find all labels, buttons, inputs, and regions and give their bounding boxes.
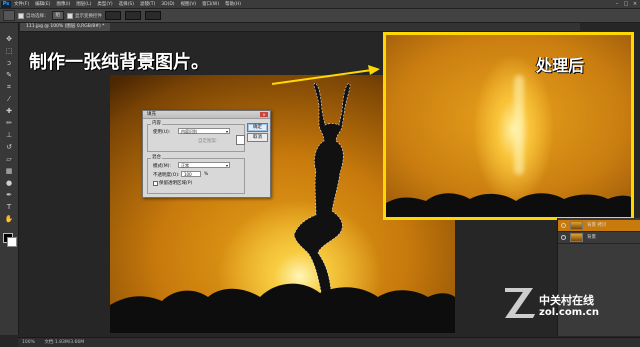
menu-edit[interactable]: 编辑(E) xyxy=(35,1,50,7)
chevron-down-icon: ▾ xyxy=(225,163,228,168)
custom-pattern-swatch[interactable] xyxy=(236,135,245,145)
move-tool-icon[interactable]: ✥ xyxy=(3,35,15,44)
window-controls: – □ × xyxy=(614,0,638,8)
align-buttons-group[interactable] xyxy=(105,11,121,20)
menu-view[interactable]: 视图(V) xyxy=(181,1,197,7)
3d-mode-buttons-group[interactable] xyxy=(145,11,161,20)
history-brush-tool-icon[interactable]: ↺ xyxy=(3,143,15,152)
chevron-down-icon: ▾ xyxy=(225,129,228,134)
dialog-close-icon[interactable]: × xyxy=(260,112,268,117)
layer-row[interactable]: 背景 xyxy=(558,232,640,244)
pen-tool-icon[interactable]: ✒ xyxy=(3,191,15,200)
options-bar: 自动选择： 组 显示变换控件 xyxy=(0,9,640,23)
tools-panel: ✥ ⬚ ↄ ✎ ⌗ ⁄ ✚ ✏ ⊥ ↺ ▱ ▦ ● ✒ T ✋ xyxy=(0,23,19,335)
document-tab-bar: 111.jpg @ 100% (图层 0,RGB/8#) * xyxy=(20,23,580,32)
opacity-input[interactable]: 100 xyxy=(181,171,201,177)
crop-tool-icon[interactable]: ⌗ xyxy=(3,83,15,92)
custom-pattern-label: 自定图案： xyxy=(198,139,221,144)
opacity-unit: % xyxy=(204,172,209,177)
fill-dialog: 填充 × 内容 使用(U): 内容识别 ▾ 自定图案： 混合 模式(M): 正常… xyxy=(142,110,271,198)
menu-layer[interactable]: 图层(L) xyxy=(76,1,91,7)
caption-right: 处理后 xyxy=(536,56,585,75)
mode-dropdown-value: 正常 xyxy=(181,163,189,168)
menu-image[interactable]: 图像(I) xyxy=(56,1,70,7)
use-dropdown[interactable]: 内容识别 ▾ xyxy=(178,128,230,134)
layer-name: 背景 xyxy=(587,235,596,240)
transform-controls-label: 显示变换控件 xyxy=(75,13,102,19)
result-preview-panel xyxy=(383,32,634,220)
rocks-silhouette xyxy=(110,283,455,333)
gradient-tool-icon[interactable]: ▦ xyxy=(3,167,15,176)
transform-controls-checkbox[interactable] xyxy=(67,12,73,19)
mode-dropdown[interactable]: 正常 ▾ xyxy=(178,162,230,168)
menu-bar: Ps 文件(F) 编辑(E) 图像(I) 图层(L) 类型(Y) 选择(S) 滤… xyxy=(0,0,640,9)
use-dropdown-value: 内容识别 xyxy=(181,129,197,134)
watermark-line2: zol.com.cn xyxy=(539,307,599,318)
layer-thumbnail xyxy=(570,233,583,242)
layer-name: 背景 拷贝 xyxy=(587,223,607,228)
layer-thumbnail xyxy=(570,221,583,230)
layer-row[interactable]: 背景 拷贝 xyxy=(558,220,640,232)
background-color-swatch[interactable] xyxy=(7,237,17,247)
menu-file[interactable]: 文件(F) xyxy=(14,1,29,7)
zoom-level[interactable]: 100% xyxy=(22,340,35,345)
menu-filter[interactable]: 滤镜(T) xyxy=(140,1,155,7)
annotation-arrow xyxy=(271,65,380,85)
auto-select-dropdown[interactable]: 组 xyxy=(51,11,64,20)
mode-label: 模式(M): xyxy=(153,164,171,169)
distribute-buttons-group[interactable] xyxy=(125,11,141,20)
menu-type[interactable]: 类型(Y) xyxy=(97,1,112,7)
auto-select-checkbox[interactable] xyxy=(18,12,24,19)
quick-select-tool-icon[interactable]: ✎ xyxy=(3,71,15,80)
visibility-eye-icon[interactable] xyxy=(561,223,566,228)
preview-rocks xyxy=(386,193,631,217)
opacity-label: 不透明度(O): xyxy=(153,173,180,178)
document-tab[interactable]: 111.jpg @ 100% (图层 0,RGB/8#) * xyxy=(20,23,111,31)
preserve-transparency-label: 保留透明区域(P) xyxy=(159,181,193,186)
hand-tool-icon[interactable]: ✋ xyxy=(3,215,15,224)
brush-tool-icon[interactable]: ✏ xyxy=(3,119,15,128)
document-info: 文档:1.83M/3.66M xyxy=(44,340,85,345)
marquee-tool-icon[interactable]: ⬚ xyxy=(3,47,15,56)
clone-stamp-tool-icon[interactable]: ⊥ xyxy=(3,131,15,140)
photoshop-logo: Ps xyxy=(1,0,11,8)
zol-watermark: 中关村在线 zol.com.cn xyxy=(503,284,623,324)
cancel-button[interactable]: 取消 xyxy=(247,133,268,142)
use-label: 使用(U): xyxy=(153,130,171,135)
menu-window[interactable]: 窗口(W) xyxy=(202,1,219,7)
blending-group-label: 混合 xyxy=(151,154,162,160)
caption-left: 制作一张纯背景图片。 xyxy=(29,52,209,73)
opacity-value: 100 xyxy=(184,172,192,177)
minimize-icon[interactable]: – xyxy=(614,1,620,7)
menu-3d[interactable]: 3D(D) xyxy=(161,2,174,7)
eyedropper-tool-icon[interactable]: ⁄ xyxy=(3,95,15,104)
fill-dialog-title: 填充 xyxy=(147,112,156,117)
maximize-icon[interactable]: □ xyxy=(623,1,629,7)
preserve-transparency-checkbox[interactable] xyxy=(153,181,158,186)
auto-select-label: 自动选择： xyxy=(26,13,49,19)
lasso-tool-icon[interactable]: ↄ xyxy=(3,59,15,68)
watermark-line1: 中关村在线 xyxy=(539,294,594,307)
preview-artwork xyxy=(386,193,631,217)
menu-help[interactable]: 帮助(H) xyxy=(225,1,241,7)
visibility-eye-icon[interactable] xyxy=(561,235,566,240)
zol-logo-icon xyxy=(505,288,535,318)
content-group-label: 内容 xyxy=(151,120,162,126)
move-tool-preset-icon[interactable] xyxy=(3,10,15,21)
fill-dialog-titlebar[interactable]: 填充 × xyxy=(143,111,270,119)
ok-button[interactable]: 确定 xyxy=(247,123,268,132)
menu-select[interactable]: 选择(S) xyxy=(119,1,134,7)
type-tool-icon[interactable]: T xyxy=(3,203,15,212)
eraser-tool-icon[interactable]: ▱ xyxy=(3,155,15,164)
yoga-silhouette xyxy=(293,82,351,298)
dodge-tool-icon[interactable]: ● xyxy=(3,179,15,188)
close-icon[interactable]: × xyxy=(632,1,638,7)
healing-brush-tool-icon[interactable]: ✚ xyxy=(3,107,15,116)
